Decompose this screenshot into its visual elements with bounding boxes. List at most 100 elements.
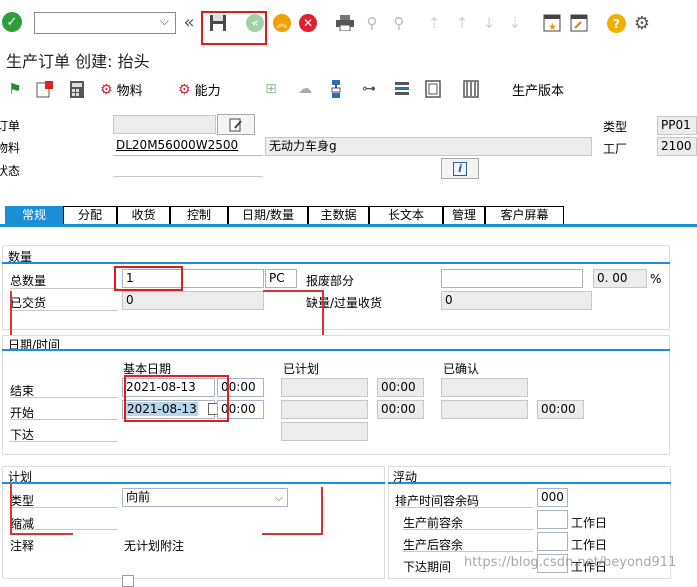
post-float-unit: 工作日 (571, 538, 608, 552)
pre-float-field[interactable] (537, 510, 568, 529)
gear-icon[interactable]: ⚙ (632, 13, 652, 34)
operations-icon[interactable] (329, 80, 343, 98)
next-page-icon[interactable]: ↓ (480, 14, 498, 32)
capacity-icon: ⚙ (178, 81, 191, 98)
annotation-line (10, 484, 12, 534)
percent-sign: % (650, 272, 662, 286)
network-icon[interactable]: ⊶ (360, 80, 378, 98)
back-icon[interactable]: « (246, 14, 264, 32)
pre-float-underline (403, 529, 533, 530)
command-field[interactable]: ⌵ (34, 12, 176, 34)
annotation-line (262, 533, 323, 535)
table-icon[interactable] (462, 80, 480, 98)
delivered-underline (10, 310, 118, 311)
total-quantity-highlight (114, 266, 183, 291)
plant-label: 工厂 (603, 142, 628, 156)
tab-dates-qty[interactable]: 日期/数量 (228, 206, 308, 224)
tab-control[interactable]: 控制 (170, 206, 228, 224)
status-label: 状态 (0, 164, 21, 178)
post-float-field[interactable] (537, 532, 568, 551)
start-scheduled-date (281, 400, 368, 419)
material-label: 物料 (0, 141, 21, 155)
confirmed-column: 已确认 (443, 362, 480, 376)
plant-field: 2100 (657, 137, 697, 156)
calculator-icon[interactable] (68, 80, 86, 98)
last-page-icon[interactable]: ⇣ (506, 14, 524, 32)
unit-field[interactable]: PC (265, 269, 297, 288)
tab-strip-line (0, 224, 697, 227)
hierarchy-icon[interactable]: ⊞ (262, 80, 280, 98)
enter-icon[interactable]: ✓ (2, 12, 22, 32)
cancel-icon[interactable]: ✕ (299, 14, 317, 32)
order-label: 订单 (0, 119, 21, 133)
planning-group-line (2, 482, 385, 484)
tab-long-text[interactable]: 长文本 (369, 206, 443, 224)
float-group-line (388, 482, 671, 484)
chevron-down-icon[interactable]: ⌵ (160, 14, 169, 29)
scheduling-type-underline (10, 507, 118, 508)
note-label: 注释 (10, 539, 35, 553)
chevron-down-icon[interactable]: ⌵ (275, 489, 283, 506)
short-excess-field: 0 (441, 291, 592, 310)
double-chevron-left-icon[interactable]: « (180, 12, 198, 33)
start-scheduled-time: 00:00 (377, 400, 424, 419)
status-icon[interactable] (36, 80, 54, 98)
scheduled-column: 已计划 (283, 362, 320, 376)
cloud-icon[interactable]: ☁ (296, 80, 314, 98)
edit-icon (229, 118, 242, 131)
tab-customer-screen[interactable]: 客户屏幕 (485, 206, 564, 224)
tab-administration[interactable]: 管理 (443, 206, 485, 224)
svg-text:★: ★ (548, 22, 557, 32)
tab-general[interactable]: 常规 (5, 206, 63, 224)
annotation-line (321, 487, 323, 535)
total-quantity-underline (10, 288, 118, 289)
find-icon[interactable]: ⚲ (362, 14, 382, 32)
release-period-label: 下达期间 (403, 560, 452, 574)
order-field[interactable] (113, 115, 216, 134)
find-next-icon[interactable]: ⚲ (389, 14, 409, 32)
sequence-icon[interactable] (393, 80, 411, 98)
annotation-line (10, 533, 73, 535)
scrap-percent-field: 0. 00 (593, 269, 647, 288)
shortcut-icon[interactable] (569, 13, 589, 33)
checkbox[interactable] (122, 575, 134, 587)
scrap-label: 报废部分 (306, 274, 355, 288)
previous-page-icon[interactable]: ↑ (453, 14, 471, 32)
tab-goods-receipt[interactable]: 收货 (117, 206, 170, 224)
components-icon: ⚙ (100, 81, 113, 98)
document-icon[interactable] (424, 80, 442, 98)
pre-float-unit: 工作日 (571, 516, 608, 530)
tab-assignment[interactable]: 分配 (63, 206, 117, 224)
flag-icon[interactable]: ⚑ (6, 80, 24, 98)
print-icon[interactable] (335, 14, 355, 32)
sched-margin-underline (395, 507, 533, 508)
sched-margin-field[interactable]: 000 (537, 488, 568, 507)
note-value: 无计划附注 (124, 539, 185, 553)
first-page-icon[interactable]: ⇡ (425, 14, 443, 32)
scheduling-type-select[interactable]: 向前 ⌵ (122, 488, 288, 507)
production-version-button[interactable]: 生产版本 (512, 80, 564, 99)
tab-master-data[interactable]: 主数据 (308, 206, 369, 224)
short-excess-label: 缺量/过量收货 (306, 296, 383, 310)
material-button[interactable]: ⚙ 物料 (100, 80, 143, 100)
material-field[interactable]: DL20M56000W2500 (113, 137, 263, 156)
watermark: https://blog.csdn.net/beyond911 (464, 555, 677, 570)
annotation-line (263, 290, 323, 292)
end-scheduled-date (281, 378, 368, 397)
dates-group-line (2, 349, 670, 351)
exit-icon[interactable]: ︽ (273, 14, 291, 32)
delivered-label: 已交货 (10, 296, 47, 310)
edit-order-button[interactable] (217, 114, 255, 135)
delivered-field: 0 (122, 291, 264, 310)
capacity-button[interactable]: ⚙ 能力 (178, 80, 221, 100)
annotation-line (10, 291, 12, 336)
reduction-underline (10, 529, 118, 530)
save-icon[interactable] (208, 13, 228, 33)
scrap-field[interactable] (441, 269, 583, 288)
help-icon[interactable]: ? (607, 14, 626, 33)
status-line (113, 176, 263, 177)
release-scheduled-date (281, 422, 368, 441)
create-session-icon[interactable]: ★ (542, 13, 562, 33)
info-icon: i (453, 161, 467, 176)
info-button[interactable]: i (441, 158, 479, 179)
